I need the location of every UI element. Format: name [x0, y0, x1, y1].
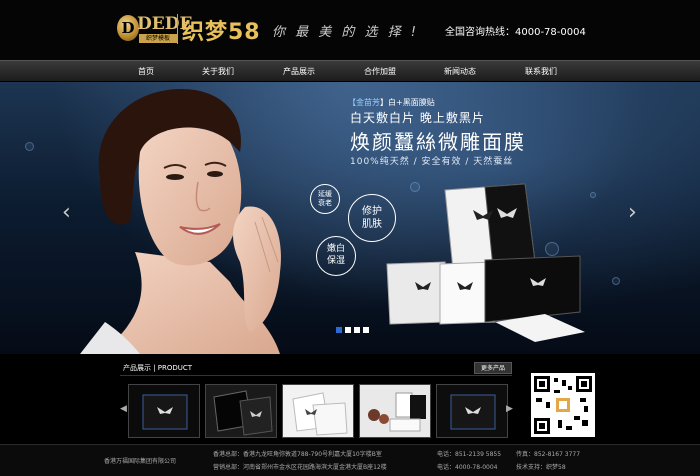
circle-text: 延缓: [318, 189, 332, 198]
banner-tagline: 白天敷白片 晚上敷黑片: [350, 111, 485, 125]
slide-dot[interactable]: [363, 327, 369, 333]
slide-dot[interactable]: [336, 327, 342, 333]
bubble: [25, 142, 34, 151]
footer-fax: 传真：852-8167 3777: [516, 451, 581, 458]
carousel-next-icon[interactable]: ▶: [506, 404, 513, 414]
bubble: [612, 277, 620, 285]
product-section-title: 产品展示 | PRODUCT: [123, 364, 193, 372]
circle-text: 衰老: [318, 199, 332, 207]
nav-item-home[interactable]: 首页: [116, 61, 176, 83]
banner-next-arrow[interactable]: ›: [628, 202, 637, 224]
product-thumbnail[interactable]: [282, 384, 354, 438]
footer-tech-support[interactable]: 技术支持：织梦58: [516, 462, 566, 471]
banner-subtitle: 100%纯天然 / 安全有效 / 天然蚕丝: [350, 157, 514, 167]
circle-text: 嫩白: [326, 244, 345, 255]
bubble: [590, 192, 596, 198]
product-thumbnail[interactable]: [128, 384, 200, 438]
banner-prev-arrow[interactable]: ‹: [62, 202, 71, 224]
nav-item-contact[interactable]: 联系我们: [511, 61, 571, 83]
site-logo[interactable]: D DEDE 织梦模板: [117, 13, 192, 45]
circle-text: 肌肤: [362, 219, 382, 230]
product-section: 产品展示 | PRODUCT 更多产品 ◀ ▶: [0, 354, 700, 444]
logo-emblem: D: [117, 15, 139, 41]
badge-brand: 【金苗芳: [348, 98, 380, 107]
footer-company: 香港万福国际集团有限公司: [104, 458, 177, 465]
slogan: 你 最 美 的 选 择 !: [272, 25, 420, 40]
nav-item-news[interactable]: 新闻动态: [430, 61, 490, 83]
footer-phone-1: 电话：851-2139 5855: [437, 451, 502, 458]
product-badge: 【金苗芳】白+黑面膜贴: [348, 97, 435, 108]
feature-circle-anti-aging: 延缓 衰老: [310, 184, 340, 214]
product-package-image: [386, 183, 585, 342]
model-portrait-image: [80, 88, 281, 354]
nav-item-about[interactable]: 关于我们: [188, 61, 248, 83]
main-nav: 首页 关于我们 产品展示 合作加盟 新闻动态 联系我们: [0, 60, 700, 82]
product-thumbnail[interactable]: [436, 384, 508, 438]
slide-indicators: [336, 318, 372, 337]
footer-hq-address: 香港总部：香港九龙旺角弥敦道788-790号利嘉大厦10字楼B室: [213, 451, 382, 458]
slide-dot[interactable]: [345, 327, 351, 333]
footer: 香港万福国际集团有限公司 香港总部：香港九龙旺角弥敦道788-790号利嘉大厦1…: [0, 444, 700, 476]
logo-divider: [177, 14, 178, 44]
product-thumbnail[interactable]: [359, 384, 431, 438]
banner-title: 焕颜蠶絲微雕面膜: [350, 130, 526, 154]
feature-circle-whitening: 嫩白 保湿: [316, 236, 356, 276]
header: D DEDE 织梦模板 织梦58 你 最 美 的 选 择 ! 全国咨询热线：40…: [0, 0, 700, 60]
nav-item-products[interactable]: 产品展示: [269, 61, 329, 83]
hero-banner[interactable]: 【金苗芳】白+黑面膜贴 白天敷白片 晚上敷黑片 焕颜蠶絲微雕面膜 100%纯天然…: [0, 82, 700, 354]
badge-rest: 】白+黑面膜贴: [380, 98, 435, 107]
product-carousel: ◀ ▶: [120, 382, 513, 438]
qr-code-icon: [534, 376, 592, 434]
footer-phone-2: 电话：4000-78-0004: [437, 464, 498, 471]
product-header: 产品展示 | PRODUCT 更多产品: [120, 362, 512, 376]
slide-dot[interactable]: [354, 327, 360, 333]
carousel-prev-icon[interactable]: ◀: [120, 404, 127, 414]
footer-office-address: 营销总部：河南省郑州市金水区花园路海滨大厦金港大厦B座12楼: [213, 464, 387, 471]
hotline: 全国咨询热线：4000-78-0004: [445, 27, 586, 38]
nav-item-franchise[interactable]: 合作加盟: [350, 61, 410, 83]
logo-subtext: 织梦模板: [139, 34, 177, 43]
qr-code-image: [531, 373, 595, 437]
logo-chinese-name: 织梦58: [182, 20, 261, 45]
circle-text: 修护: [362, 206, 382, 217]
product-thumbnail[interactable]: [205, 384, 277, 438]
more-products-button[interactable]: 更多产品: [473, 362, 512, 374]
circle-text: 保湿: [326, 256, 345, 266]
